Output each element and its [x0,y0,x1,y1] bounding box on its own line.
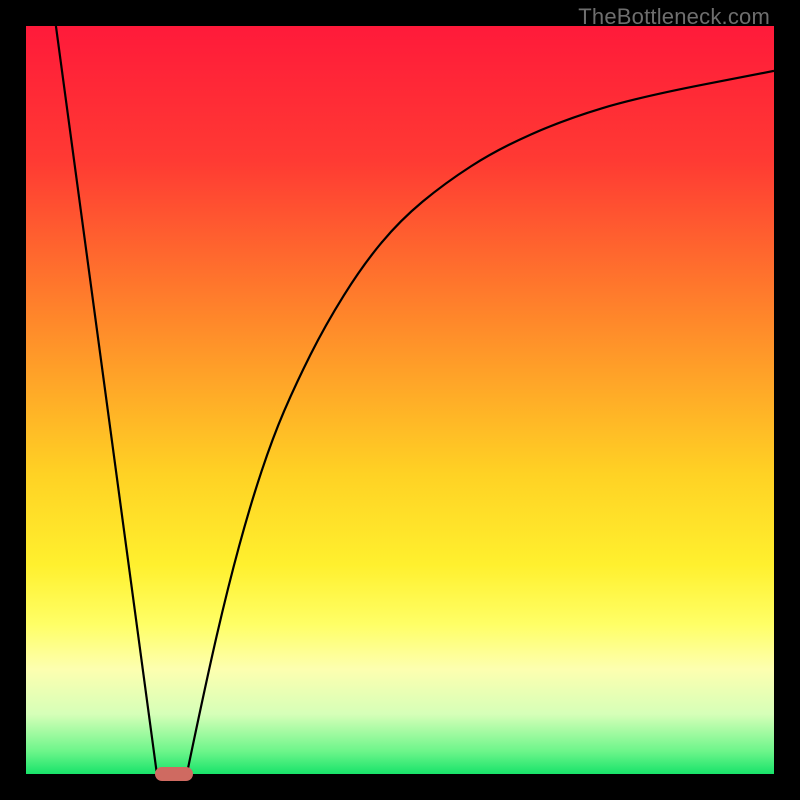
bottleneck-marker [155,767,192,781]
chart-frame [26,26,774,774]
bottleneck-chart [26,26,774,774]
gradient-background [26,26,774,774]
